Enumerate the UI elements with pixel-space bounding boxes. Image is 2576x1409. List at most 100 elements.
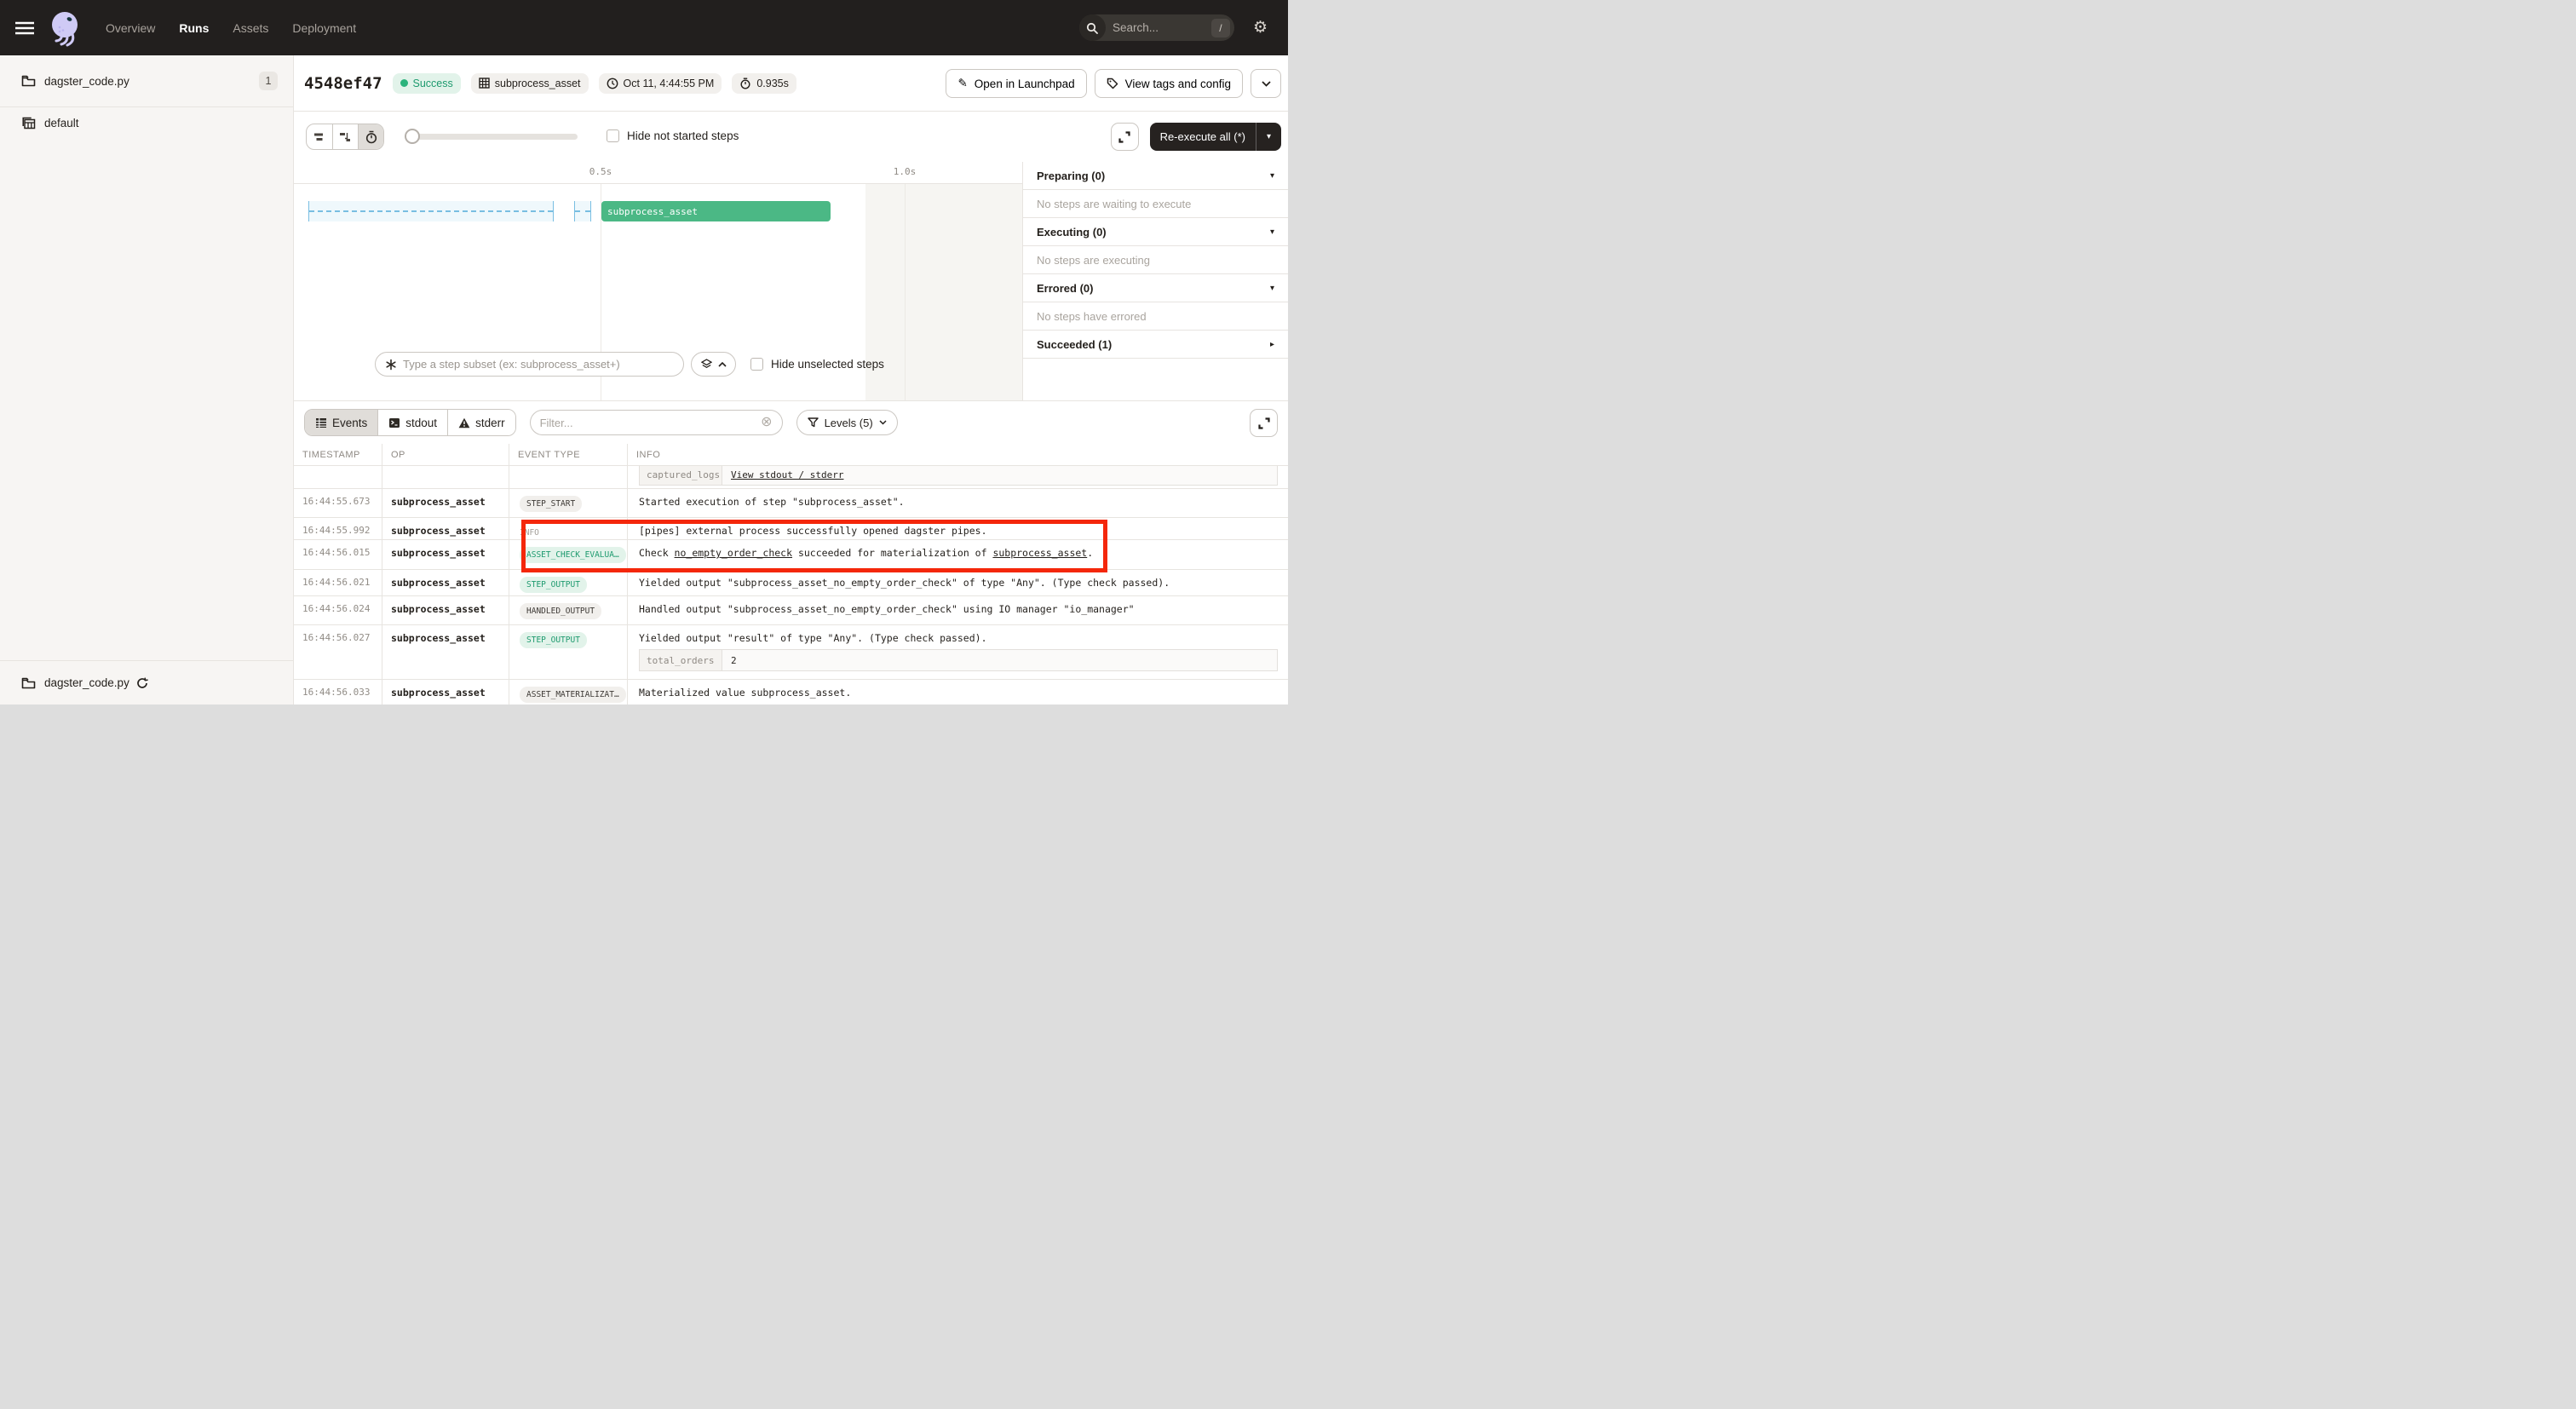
event-info: [pipes] external process successfully op… [628,518,1288,539]
event-row[interactable]: 16:44:56.024subprocess_assetHANDLED_OUTP… [294,596,1288,625]
tab-events[interactable]: Events [305,410,377,435]
tab-stderr[interactable]: stderr [447,410,515,435]
info-link[interactable]: no_empty_order_check [675,547,792,559]
view-duration-button[interactable] [358,124,383,149]
gantt-expand-button[interactable] [1111,123,1139,151]
view-waterfall-button[interactable] [332,124,358,149]
levels-dropdown[interactable]: Levels (5) [796,410,898,435]
hide-unselected-label: Hide unselected steps [771,358,884,371]
event-op: subprocess_asset [382,540,509,569]
event-timestamp: 16:44:55.673 [294,489,382,517]
asset-tag[interactable]: subprocess_asset [471,73,589,94]
info-link[interactable]: subprocess_asset [992,547,1087,559]
panel-section-header[interactable]: Executing (0)▾ [1023,218,1288,246]
event-op: subprocess_asset [382,489,509,517]
job-icon [22,117,36,129]
step-waiting-bar [308,201,554,221]
reexecute-dropdown-caret[interactable]: ▾ [1256,123,1281,151]
nav-link-runs[interactable]: Runs [179,21,209,35]
gantt-step-bar[interactable]: subprocess_asset [601,201,831,221]
menu-icon[interactable] [15,21,34,35]
nav-link-overview[interactable]: Overview [106,21,155,35]
log-tabs: Events stdout stderr [304,409,516,436]
panel-section-title: Executing (0) [1037,226,1107,239]
panel-section-header[interactable]: Errored (0) ▾ [1023,274,1288,302]
reload-icon[interactable] [136,677,148,689]
event-row[interactable]: captured_logsView stdout / stderr [294,466,1288,489]
step-status-panel: Preparing (0)▾No steps are waiting to ex… [1022,162,1288,400]
sidebar-item-job-default[interactable]: default [0,107,293,138]
event-row[interactable]: 16:44:56.015subprocess_assetASSET_CHECK_… [294,540,1288,570]
event-op [382,466,509,488]
event-row[interactable]: 16:44:55.992subprocess_assetINFO[pipes] … [294,518,1288,540]
tab-stdout[interactable]: stdout [377,410,447,435]
zoom-slider-knob[interactable] [405,129,420,144]
run-header: 4548ef47 Success subprocess_asset Oct 11… [294,55,1288,112]
view-tags-config-button[interactable]: View tags and config [1095,69,1243,98]
event-row[interactable]: 16:44:56.033subprocess_assetASSET_MATERI… [294,680,1288,704]
caret-down-icon: ▾ [1270,284,1274,293]
event-row[interactable]: 16:44:55.673subprocess_assetSTEP_STARTSt… [294,489,1288,518]
metadata-table: total_orders2 [639,649,1278,671]
event-op: subprocess_asset [382,596,509,624]
expand-icon [1258,417,1270,429]
event-timestamp: 16:44:55.992 [294,518,382,539]
event-timestamp [294,466,382,488]
nav-link-deployment[interactable]: Deployment [292,21,356,35]
graph-options-button[interactable] [691,352,736,377]
panel-section-title: Preparing (0) [1037,170,1105,182]
settings-gear-icon[interactable]: ⚙ [1253,20,1268,36]
panel-section-header[interactable]: Succeeded (1)▸ [1023,331,1288,359]
event-type-badge: ASSET_MATERIALIZAT… [520,687,626,703]
status-badge: Success [393,73,461,94]
hide-unselected-checkbox[interactable] [750,358,763,371]
run-count-badge: 1 [259,72,278,90]
folder-icon [21,75,36,87]
reexecute-all-button[interactable]: Re-execute all (*) ▾ [1150,123,1281,151]
clear-filter-icon[interactable]: ⊗ [761,416,772,429]
filter-input[interactable]: Filter... ⊗ [530,410,783,435]
gantt-chart: 0.5s 1.0s subprocess_asset Type a step s… [294,162,1022,400]
panel-section-title: Succeeded (1) [1037,338,1112,351]
code-location-label: dagster_code.py [44,75,129,88]
nav-link-assets[interactable]: Assets [233,21,268,35]
event-type-badge: STEP_START [520,496,582,512]
event-type-badge: HANDLED_OUTPUT [520,603,601,619]
event-info: Yielded output "result" of type "Any". (… [628,625,1288,679]
open-in-launchpad-button[interactable]: ✎ Open in Launchpad [946,69,1086,98]
panel-section-header[interactable]: Preparing (0)▾ [1023,162,1288,190]
view-flat-button[interactable] [307,124,332,149]
clock-icon [607,78,618,89]
event-row[interactable]: 16:44:56.027subprocess_assetSTEP_OUTPUTY… [294,625,1288,680]
event-type-badge: STEP_OUTPUT [520,632,587,648]
expand-icon [1118,131,1130,143]
search-shortcut-badge: / [1211,19,1230,37]
sidebar-item-code-location[interactable]: dagster_code.py 1 [0,55,293,107]
hide-not-started-label: Hide not started steps [627,129,739,142]
start-time-tag: Oct 11, 4:44:55 PM [599,73,722,94]
step-subset-placeholder: Type a step subset (ex: subprocess_asset… [403,358,620,371]
zoom-slider[interactable] [407,134,578,140]
events-expand-button[interactable] [1250,409,1278,437]
event-timestamp: 16:44:56.021 [294,570,382,595]
hide-not-started-checkbox[interactable] [607,129,619,142]
search-icon [1079,14,1106,41]
terminal-icon [388,417,400,428]
run-actions-chevron-button[interactable] [1251,69,1281,98]
event-type-badge: INFO [520,525,546,539]
col-op: OP [382,444,509,465]
search-input[interactable]: Search... / [1079,14,1234,41]
dagster-logo-icon[interactable] [46,9,85,48]
stopwatch-icon [365,130,378,144]
nav-links: Overview Runs Assets Deployment [106,21,356,35]
metadata-value[interactable]: View stdout / stderr [722,466,1277,485]
panel-empty-state: No steps are waiting to execute [1023,190,1288,218]
nav-right: Search... / ⚙ [1079,0,1288,55]
events-toolbar: Events stdout stderr Filter... ⊗ [294,401,1288,444]
chevron-down-icon [879,420,887,425]
step-subset-input[interactable]: Type a step subset (ex: subprocess_asset… [375,352,684,377]
panel-empty-state: No steps are executing [1023,246,1288,274]
event-row[interactable]: 16:44:56.021subprocess_assetSTEP_OUTPUTY… [294,570,1288,596]
panel-section-title: Errored (0) [1037,282,1093,295]
hide-unselected-row: Hide unselected steps [750,358,884,371]
